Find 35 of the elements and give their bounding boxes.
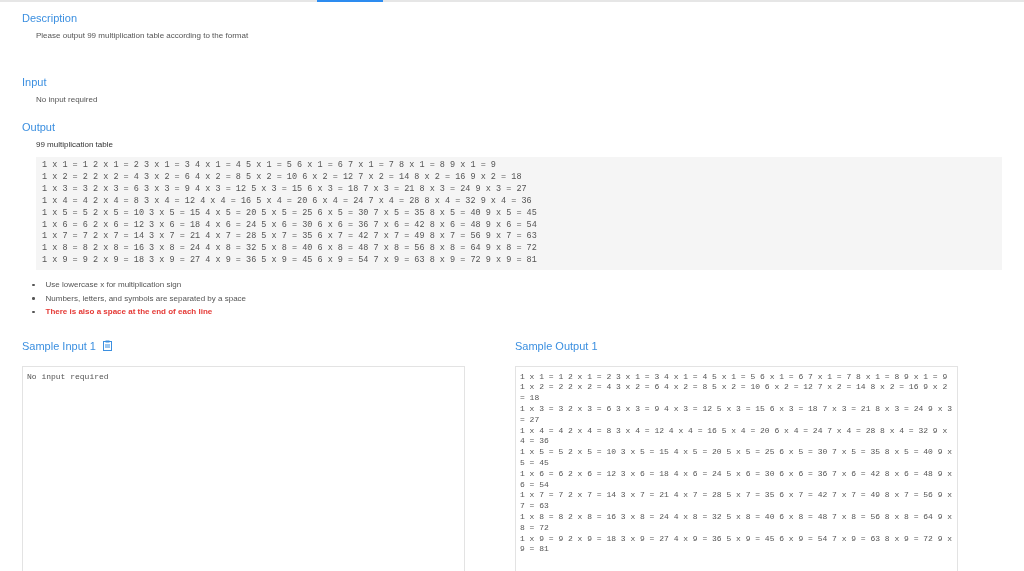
code-line: 1 x 5 = 5 2 x 5 = 10 3 x 5 = 15 4 x 5 = 20 5 x 5 = 25 6 x 5 = 30 7 x 5 = 35 8 x 5 = 40 9 x 5 = 45 bbox=[42, 207, 538, 220]
sample-line: 1 x 4 = 4 2 x 4 = 8 3 x 4 = 12 4 x 4 = 16 5 x 4 = 20 6 x 4 = 24 7 x 4 = 28 8 x 4 = 32 9 x 4 = 36 bbox=[520, 425, 949, 448]
sample-line: 1 x 1 = 1 2 x 1 = 2 3 x 1 = 3 4 x 1 = 4 5 x 1 = 5 6 x 1 = 6 7 x 1 = 7 8 x 1 = 8 9 x 1 = 9 bbox=[520, 371, 949, 383]
note-text: There is also a space at the end of each line bbox=[45, 307, 213, 317]
code-line: 1 x 1 = 1 2 x 1 = 2 3 x 1 = 3 4 x 1 = 4 5 x 1 = 5 6 x 1 = 6 7 x 1 = 7 8 x 1 = 8 9 x 1 = 9 bbox=[42, 160, 497, 172]
code-line: 1 x 4 = 4 2 x 4 = 8 3 x 4 = 12 4 x 4 = 16 5 x 4 = 20 6 x 4 = 24 7 x 4 = 28 8 x 4 = 32 9 x 4 = 36 bbox=[42, 195, 533, 208]
sample-heading: Sample Input 1 bbox=[22, 339, 96, 352]
code-line: 1 x 9 = 9 2 x 9 = 18 3 x 9 = 27 4 x 9 = 36 5 x 9 = 45 6 x 9 = 54 7 x 9 = 63 8 x 9 = 72 9 x 9 = 81 bbox=[42, 255, 538, 268]
sample-line: No input required bbox=[27, 371, 110, 383]
sample-line: 1 x 9 = 9 2 x 9 = 18 3 x 9 = 27 4 x 9 = 36 5 x 9 = 45 6 x 9 = 54 7 x 9 = 63 8 x 9 = 72 9 x 9 = 81 bbox=[520, 533, 954, 556]
section-heading: Description bbox=[22, 12, 79, 24]
sample-line: 1 x 8 = 8 2 x 8 = 16 3 x 8 = 24 4 x 8 = 32 5 x 8 = 40 6 x 8 = 48 7 x 8 = 56 8 x 8 = 64 9 x 8 = 72 bbox=[520, 512, 954, 534]
bullet-icon bbox=[32, 283, 35, 287]
clipboard-icon[interactable] bbox=[103, 340, 112, 352]
section-heading: Input bbox=[22, 76, 48, 88]
output-text: 99 multiplication table bbox=[36, 140, 114, 149]
code-line: 1 x 6 = 6 2 x 6 = 12 3 x 6 = 18 4 x 6 = 24 5 x 6 = 30 6 x 6 = 36 7 x 6 = 42 8 x 6 = 48 9 x 6 = 54 bbox=[42, 219, 538, 232]
sample-heading: Sample Output 1 bbox=[515, 339, 598, 352]
code-line: 1 x 2 = 2 2 x 2 = 4 3 x 2 = 6 4 x 2 = 8 5 x 2 = 10 6 x 2 = 12 7 x 2 = 14 8 x 2 = 16 9 x 2 = 18 bbox=[42, 171, 523, 184]
bullet-icon bbox=[32, 297, 35, 300]
sample-line: 1 x 5 = 5 2 x 5 = 10 3 x 5 = 15 4 x 5 = 20 5 x 5 = 25 6 x 5 = 30 7 x 5 = 35 8 x 5 = 40 9 x 5 = 45 bbox=[520, 447, 954, 469]
note-text: Numbers, letters, and symbols are separated by a space bbox=[45, 293, 247, 303]
code-line: 1 x 3 = 3 2 x 3 = 6 3 x 3 = 9 4 x 3 = 12 5 x 3 = 15 6 x 3 = 18 7 x 3 = 21 8 x 3 = 24 9 x 3 = 27 bbox=[42, 183, 528, 196]
sample-line: 1 x 7 = 7 2 x 7 = 14 3 x 7 = 21 4 x 7 = 28 5 x 7 = 35 6 x 7 = 42 7 x 7 = 49 8 x 7 = 56 9 x 7 = 63 bbox=[520, 490, 954, 512]
code-line: 1 x 7 = 7 2 x 7 = 14 3 x 7 = 21 4 x 7 = 28 5 x 7 = 35 6 x 7 = 42 7 x 7 = 49 8 x 7 = 56 9 x 7 = 63 bbox=[42, 231, 538, 244]
note-text: Use lowercase x for multiplication sign bbox=[45, 280, 182, 290]
sample-line: 1 x 6 = 6 2 x 6 = 12 3 x 6 = 18 4 x 6 = 24 5 x 6 = 30 6 x 6 = 36 7 x 6 = 42 8 x 6 = 48 9 x 6 = 54 bbox=[520, 468, 954, 491]
tab-indicator bbox=[317, 0, 383, 2]
bullet-icon bbox=[32, 310, 35, 314]
sample-line: 1 x 3 = 3 2 x 3 = 6 3 x 3 = 9 4 x 3 = 12 5 x 3 = 15 6 x 3 = 18 7 x 3 = 21 8 x 3 = 24 9 x 3 = 27 bbox=[520, 404, 954, 426]
description-text: Please output 99 multiplication table according to the format bbox=[36, 31, 250, 40]
code-line: 1 x 8 = 8 2 x 8 = 16 3 x 8 = 24 4 x 8 = 32 5 x 8 = 40 6 x 8 = 48 7 x 8 = 56 8 x 8 = 64 9 x 8 = 72 bbox=[42, 243, 538, 256]
section-heading: Output bbox=[22, 121, 57, 133]
sample-line: 1 x 2 = 2 2 x 2 = 4 3 x 2 = 6 4 x 2 = 8 5 x 2 = 10 6 x 2 = 12 7 x 2 = 14 8 x 2 = 16 9 x 2 = 18 bbox=[520, 382, 949, 405]
input-text: No input required bbox=[36, 95, 99, 104]
